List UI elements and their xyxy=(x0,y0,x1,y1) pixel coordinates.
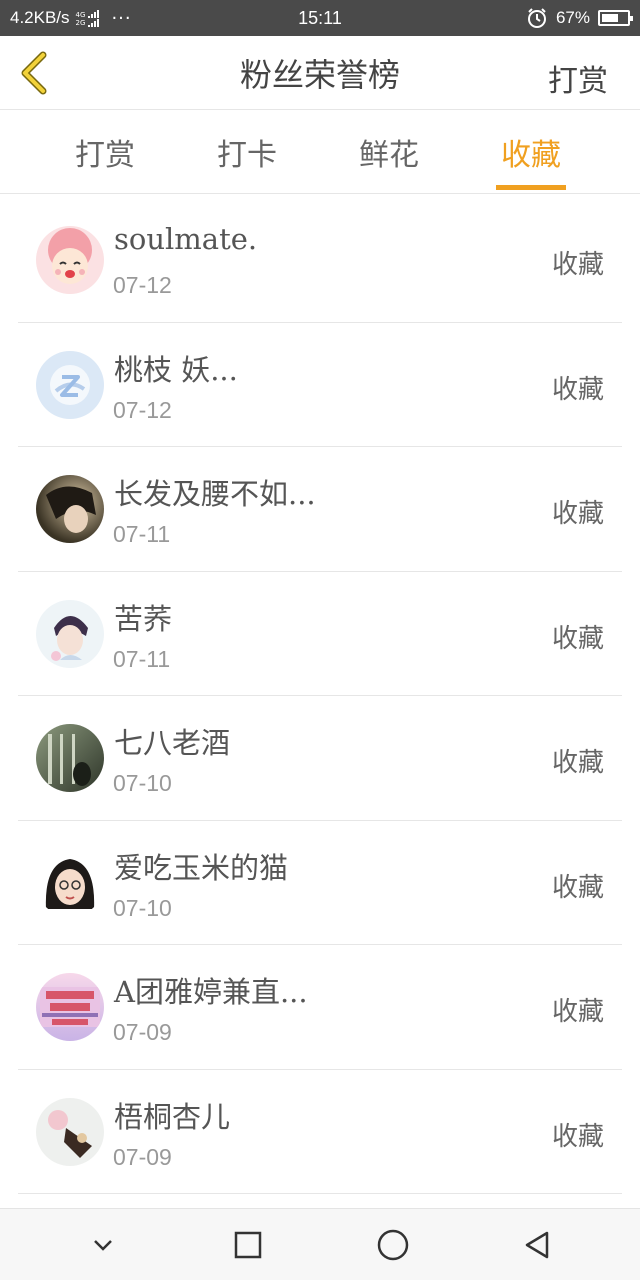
battery-icon xyxy=(598,10,633,26)
header: 粉丝荣誉榜 打赏 xyxy=(0,36,640,110)
battery-percent: 67% xyxy=(555,8,590,27)
user-name: 桃枝 妖... xyxy=(114,352,238,387)
back-button[interactable] xyxy=(14,50,54,96)
item-date: 07-11 xyxy=(113,521,171,547)
action-label: 收藏 xyxy=(551,748,604,778)
fan-list: soulmate. 07-12 收藏 桃枝 妖... 07-12 收藏 长发及腰… xyxy=(18,198,622,1194)
avatar[interactable] xyxy=(36,724,104,792)
home-button[interactable] xyxy=(363,1215,423,1275)
list-item[interactable]: 爱吃玉米的猫 07-10 收藏 xyxy=(18,821,622,945)
back-triangle-icon xyxy=(525,1231,548,1258)
tab-reward[interactable]: 打赏 xyxy=(34,110,176,194)
page-title: 粉丝荣誉榜 xyxy=(239,55,400,94)
user-name: 苦荞 xyxy=(114,601,173,636)
list-item[interactable]: 苦荞 07-11 收藏 xyxy=(18,572,622,696)
user-name: A团雅婷兼直... xyxy=(114,975,308,1009)
list-item[interactable]: 梧桐杏儿 07-09 收藏 xyxy=(18,1070,622,1194)
user-name: 长发及腰不如... xyxy=(114,477,316,511)
tab-favorites[interactable]: 收藏 xyxy=(460,110,602,194)
avatar[interactable] xyxy=(36,599,104,668)
list-item[interactable]: soulmate. 07-12 收藏 xyxy=(18,198,622,323)
hide-nav-button[interactable] xyxy=(73,1215,133,1275)
alarm-icon xyxy=(526,7,548,29)
list-item[interactable]: 长发及腰不如... 07-11 收藏 xyxy=(18,447,622,572)
user-name: 梧桐杏儿 xyxy=(114,1099,231,1134)
status-bar: 4.2KB/s 4G 2G ··· 15:11 67% xyxy=(0,0,640,36)
avatar[interactable] xyxy=(36,1097,104,1166)
signal-icon: 4G 2G xyxy=(75,9,100,27)
user-name: 七八老酒 xyxy=(114,726,231,760)
list-item[interactable]: 七八老酒 07-10 收藏 xyxy=(18,696,622,821)
action-label: 收藏 xyxy=(551,872,604,903)
item-date: 07-10 xyxy=(113,894,172,921)
battery-level xyxy=(602,14,618,22)
recents-button[interactable] xyxy=(218,1215,278,1275)
action-label: 收藏 xyxy=(551,623,604,654)
more-notifications-icon: ··· xyxy=(111,7,132,29)
user-name: soulmate. xyxy=(114,222,258,256)
network-label-2g: 2G xyxy=(75,18,86,27)
item-date: 07-10 xyxy=(113,770,172,796)
item-date: 07-12 xyxy=(113,272,172,298)
avatar[interactable] xyxy=(36,475,104,543)
item-date: 07-11 xyxy=(113,645,171,672)
list-item[interactable]: 桃枝 妖... 07-12 收藏 xyxy=(18,323,622,447)
back-nav-button[interactable] xyxy=(508,1215,568,1275)
reward-button[interactable]: 打赏 xyxy=(548,56,608,100)
item-date: 07-12 xyxy=(113,396,172,423)
user-name: 爱吃玉米的猫 xyxy=(114,850,289,885)
tab-checkin[interactable]: 打卡 xyxy=(176,110,318,194)
avatar[interactable] xyxy=(36,848,104,917)
item-date: 07-09 xyxy=(113,1019,172,1045)
system-nav-bar xyxy=(0,1208,640,1280)
chevron-left-icon xyxy=(21,51,47,95)
chevron-down-icon xyxy=(93,1239,112,1251)
network-label-4g: 4G xyxy=(75,10,86,19)
tab-bar: 打赏 打卡 鲜花 收藏 xyxy=(0,110,640,194)
tab-label: 鲜花 xyxy=(359,138,419,173)
active-tab-indicator xyxy=(496,185,566,190)
action-label: 收藏 xyxy=(551,997,604,1027)
network-speed: 4.2KB/s xyxy=(10,8,70,27)
avatar[interactable] xyxy=(36,350,104,419)
home-circle-icon xyxy=(377,1229,408,1260)
item-date: 07-09 xyxy=(113,1143,172,1170)
tab-label: 打赏 xyxy=(75,138,135,173)
action-label: 收藏 xyxy=(551,1121,604,1152)
action-label: 收藏 xyxy=(551,374,604,405)
action-label: 收藏 xyxy=(551,499,604,529)
list-item[interactable]: A团雅婷兼直... 07-09 收藏 xyxy=(18,945,622,1070)
action-label: 收藏 xyxy=(551,250,604,280)
avatar[interactable] xyxy=(36,973,104,1041)
tab-label: 收藏 xyxy=(501,138,561,173)
tab-label: 打卡 xyxy=(217,138,277,173)
avatar[interactable] xyxy=(36,226,104,294)
tab-flowers[interactable]: 鲜花 xyxy=(318,110,460,194)
recents-square-icon xyxy=(234,1231,261,1258)
